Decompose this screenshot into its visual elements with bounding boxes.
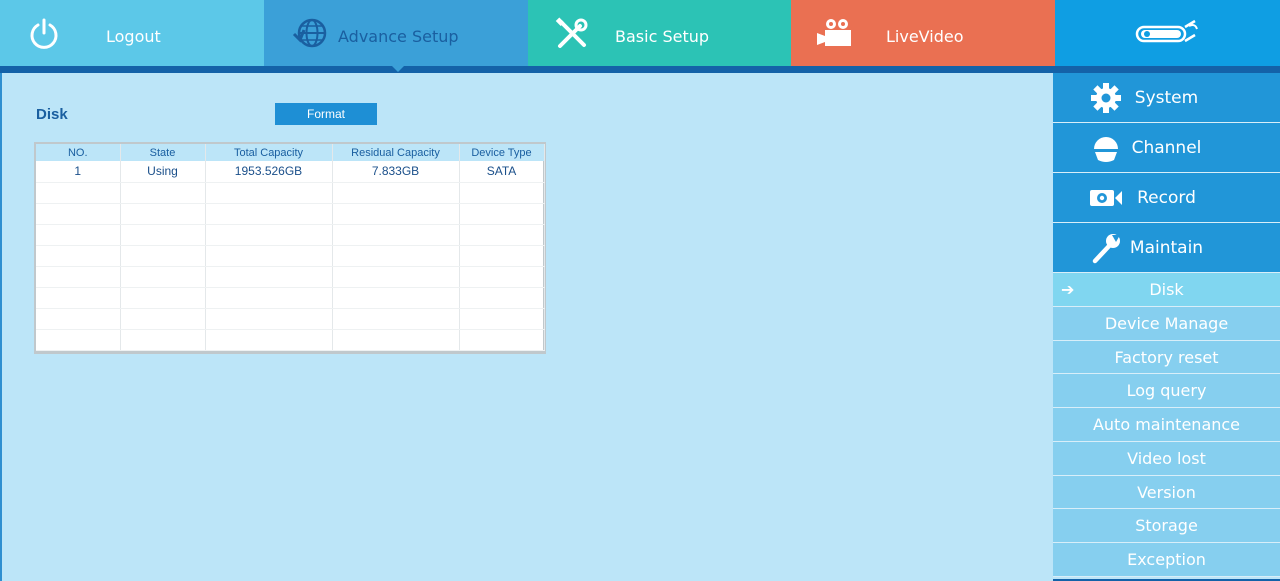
sidebar-item-label: System — [1134, 88, 1199, 108]
power-icon — [24, 14, 64, 54]
cell-residual-capacity: 7.833GB — [332, 161, 460, 183]
column-header-total-capacity: Total Capacity — [205, 144, 333, 161]
tab-live-video-label: LiveVideo — [886, 27, 964, 46]
bullet-camera-icon — [1131, 14, 1201, 54]
sidebar-item-maintain[interactable]: Maintain — [1053, 223, 1280, 273]
sidebar: System Channel Record Maintain ➔ Disk De… — [1053, 73, 1280, 581]
tools-icon — [552, 14, 592, 54]
tab-basic-setup-label: Basic Setup — [615, 27, 710, 46]
page-title: Disk — [36, 106, 68, 123]
sidebar-item-label: Maintain — [1129, 238, 1204, 258]
table-row-empty — [36, 224, 545, 246]
sidebar-subitem-auto-maintenance[interactable]: Auto maintenance — [1053, 408, 1280, 442]
sidebar-item-record[interactable]: Record — [1053, 173, 1280, 223]
tab-logout[interactable]: Logout — [0, 0, 264, 66]
sidebar-item-channel[interactable]: Channel — [1053, 123, 1280, 173]
sidebar-subitem-exception[interactable]: Exception — [1053, 543, 1280, 577]
cell-device-type: SATA — [459, 161, 545, 183]
column-header-state: State — [120, 144, 206, 161]
table-row-empty — [36, 266, 545, 288]
sidebar-item-label: Record — [1137, 188, 1196, 208]
disk-table-container: NO. State Total Capacity Residual Capaci… — [34, 142, 546, 354]
table-header-row: NO. State Total Capacity Residual Capaci… — [36, 144, 545, 161]
tab-advance-setup-label: Advance Setup — [338, 27, 459, 46]
table-row-empty — [36, 245, 545, 267]
sidebar-item-label: Channel — [1131, 138, 1202, 158]
sidebar-subitem-video-lost[interactable]: Video lost — [1053, 441, 1280, 476]
sidebar-subitem-storage[interactable]: Storage — [1053, 509, 1280, 543]
sidebar-subitem-factory-reset[interactable]: Factory reset — [1053, 340, 1280, 375]
sidebar-item-system[interactable]: System — [1053, 73, 1280, 123]
top-navigation: Logout Advance Setup Basic Setup LiveVid… — [0, 0, 1280, 66]
tab-advance-setup[interactable]: Advance Setup — [264, 0, 528, 66]
table-row[interactable]: 1 Using 1953.526GB 7.833GB SATA — [36, 161, 545, 183]
brand-logo — [1055, 0, 1280, 66]
sidebar-subitem-disk[interactable]: ➔ Disk — [1053, 273, 1280, 307]
disk-table: NO. State Total Capacity Residual Capaci… — [36, 144, 545, 351]
tab-basic-setup[interactable]: Basic Setup — [528, 0, 791, 66]
table-row-empty — [36, 203, 545, 225]
column-header-no: NO. — [36, 144, 121, 161]
cell-total-capacity: 1953.526GB — [205, 161, 333, 183]
table-row-empty — [36, 287, 545, 309]
sidebar-subitem-version[interactable]: Version — [1053, 475, 1280, 510]
table-row-empty — [36, 308, 545, 330]
cell-state: Using — [120, 161, 206, 183]
tab-logout-label: Logout — [106, 27, 161, 46]
format-button[interactable]: Format — [275, 103, 377, 125]
active-tab-caret — [391, 65, 405, 72]
table-row-empty — [36, 329, 545, 351]
sidebar-subitem-log-query[interactable]: Log query — [1053, 374, 1280, 408]
cell-no: 1 — [36, 161, 121, 183]
column-header-device-type: Device Type — [459, 144, 545, 161]
globe-icon — [290, 14, 330, 54]
table-row-empty — [36, 182, 545, 204]
sidebar-subitem-device-manage[interactable]: Device Manage — [1053, 306, 1280, 341]
arrow-right-icon: ➔ — [1061, 280, 1075, 299]
tab-live-video[interactable]: LiveVideo — [791, 0, 1055, 66]
column-header-residual-capacity: Residual Capacity — [332, 144, 460, 161]
video-camera-icon — [815, 14, 855, 54]
nav-divider — [0, 66, 1280, 73]
sidebar-subitem-label: Disk — [1149, 280, 1184, 299]
